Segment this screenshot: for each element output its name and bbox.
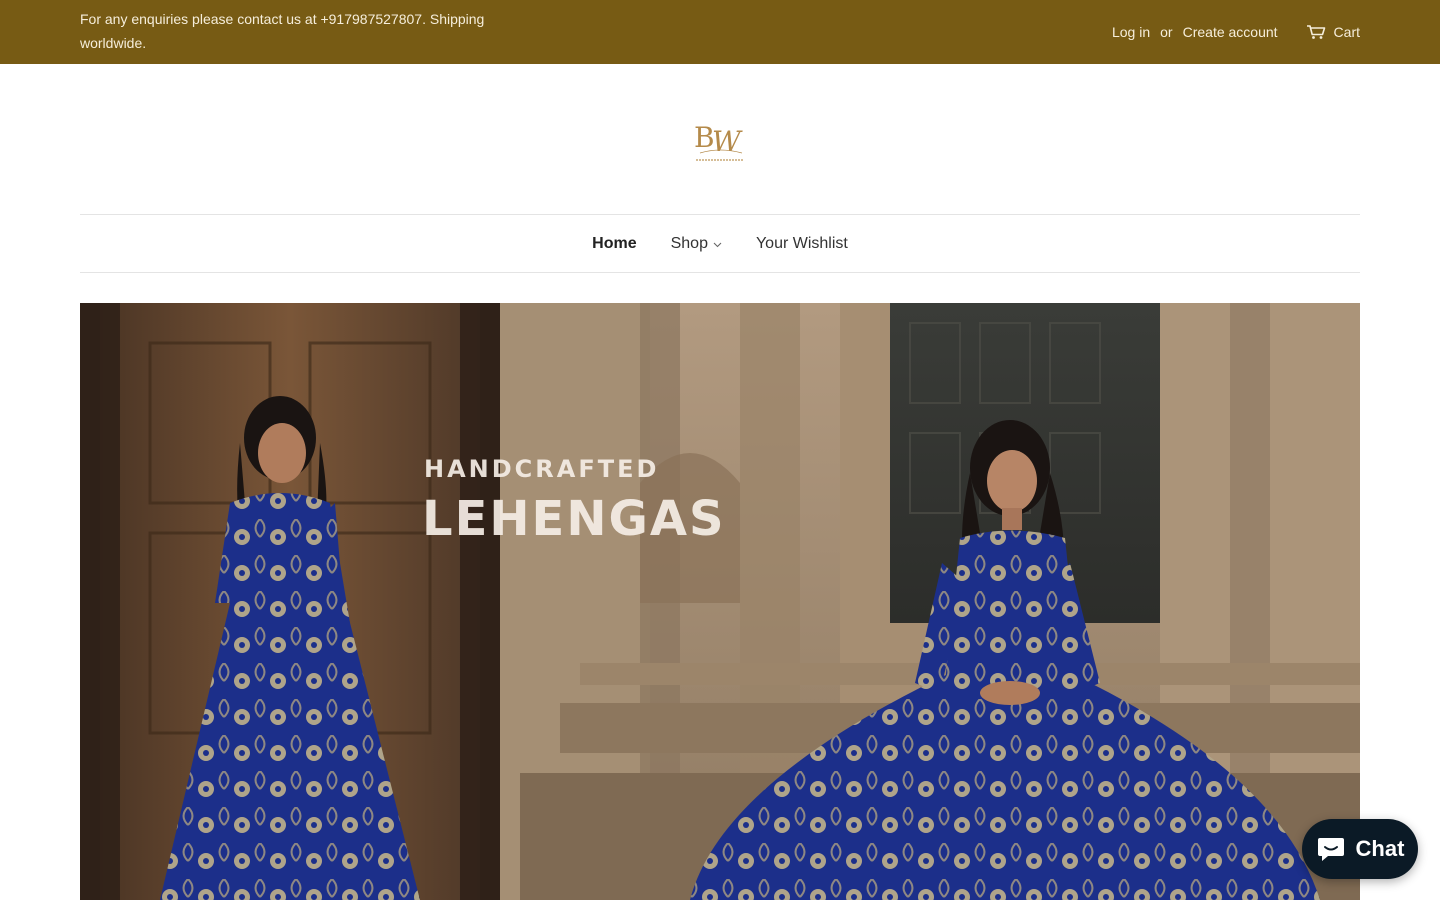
cart-icon	[1306, 25, 1325, 39]
cart-link[interactable]: Cart	[1306, 24, 1360, 40]
hero-caption-line2: LEHENGAS	[422, 491, 726, 547]
svg-text:W: W	[712, 125, 743, 158]
login-link[interactable]: Log in	[1112, 24, 1150, 40]
cart-label: Cart	[1333, 24, 1360, 40]
nav-wishlist[interactable]: Your Wishlist	[756, 235, 848, 253]
hero-caption-line1: HANDCRAFTED	[424, 455, 660, 483]
site-header: B W	[0, 64, 1440, 214]
hero-image	[80, 303, 1360, 900]
chevron-down-icon	[713, 242, 722, 247]
nav-home[interactable]: Home	[592, 235, 636, 253]
announcement-message: For any enquiries please contact us at +…	[80, 11, 485, 51]
nav-shop[interactable]: Shop	[671, 235, 722, 253]
chat-label: Chat	[1355, 836, 1405, 861]
or-separator: or	[1160, 24, 1173, 40]
account-links: Log in or Create account Cart	[1112, 20, 1360, 44]
nav-home-label: Home	[592, 234, 637, 252]
chat-bubble-icon	[1317, 838, 1344, 861]
chat-button[interactable]: Chat	[1302, 819, 1418, 879]
banaras-weaves-logo[interactable]: B W	[690, 113, 750, 165]
hero-banner[interactable]: HANDCRAFTED LEHENGAS	[80, 303, 1360, 900]
main-nav: Home Shop Your Wishlist	[80, 214, 1360, 273]
nav-shop-label: Shop	[670, 234, 708, 252]
nav-wishlist-label: Your Wishlist	[755, 234, 848, 252]
create-account-link[interactable]: Create account	[1183, 24, 1278, 40]
announcement-bar: For any enquiries please contact us at +…	[0, 0, 1440, 64]
